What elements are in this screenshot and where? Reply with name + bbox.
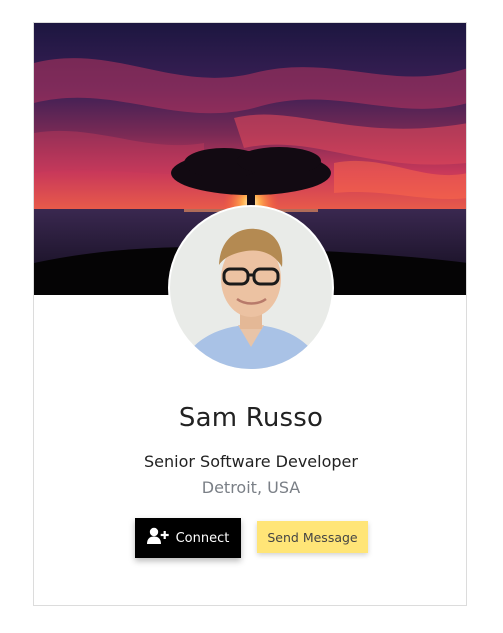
profile-title: Senior Software Developer [144,452,358,471]
connect-button[interactable]: Connect [135,518,241,558]
profile-location: Detroit, USA [201,478,301,497]
avatar [170,207,332,369]
user-plus-icon [146,527,169,549]
profile-name: Sam Russo [178,403,324,433]
send-message-button[interactable]: Send Message [257,521,368,553]
profile-card: Sam Russo Senior Software Developer Detr… [33,22,467,606]
connect-label: Connect [175,530,230,546]
send-message-label: Send Message [267,529,358,545]
